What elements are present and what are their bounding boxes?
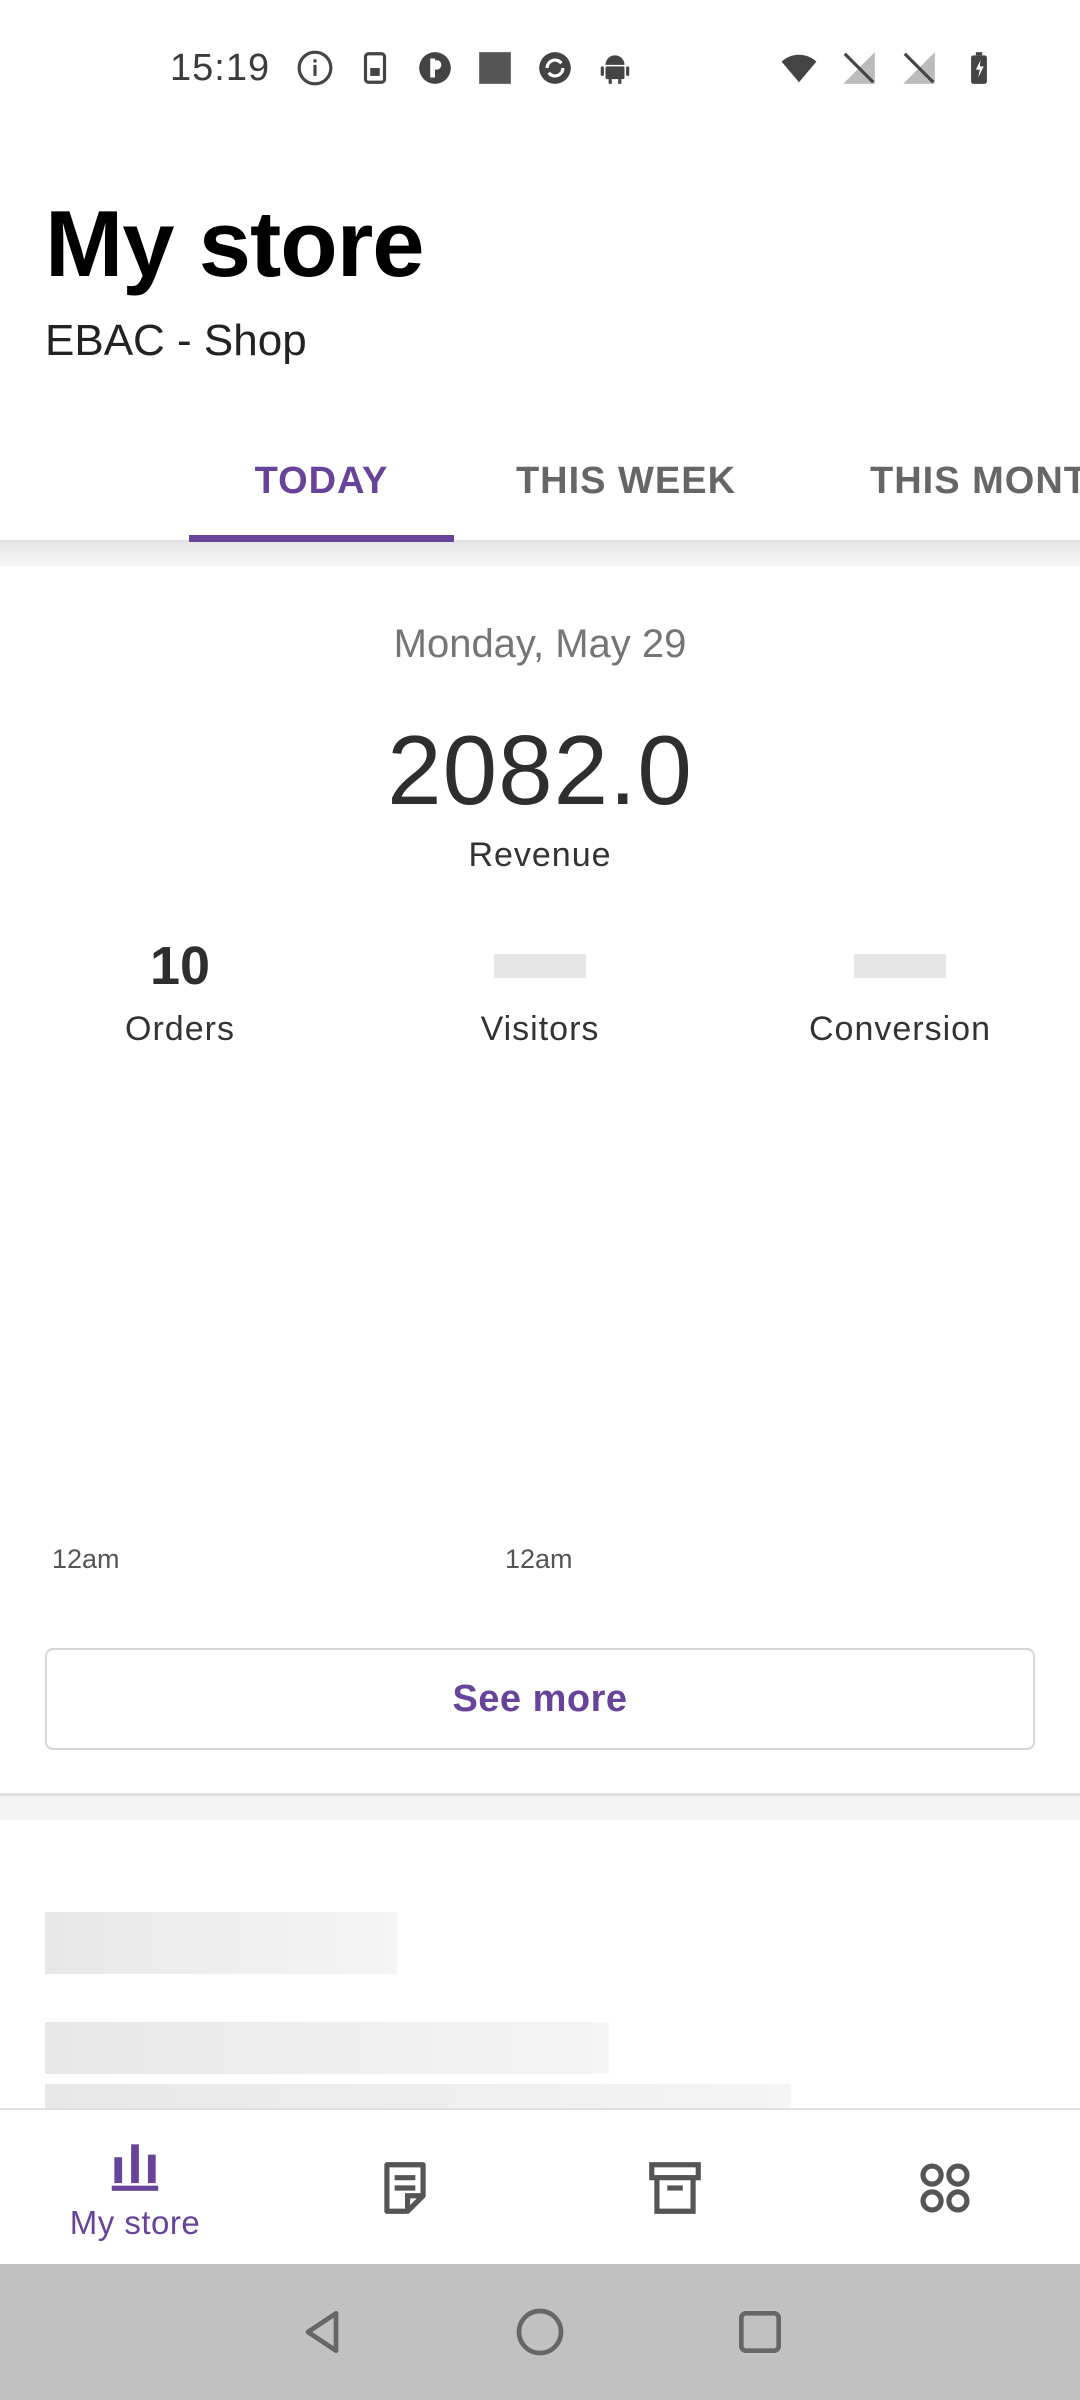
products-icon xyxy=(649,2162,701,2214)
home-circle-icon xyxy=(516,2308,564,2356)
orders-metric: 10 Orders xyxy=(0,934,360,1049)
orders-value: 10 xyxy=(149,936,211,996)
android-icon xyxy=(596,49,634,87)
wifi-icon xyxy=(780,49,818,87)
screen: 15:19 My store EBAC - Shop TODAY THIS WE… xyxy=(0,0,1080,2400)
orders-label: Orders xyxy=(125,1010,235,1048)
skeleton-line xyxy=(45,2022,609,2074)
revenue-label: Revenue xyxy=(468,836,612,874)
chart-axis-label-mid: 12am xyxy=(505,1544,573,1574)
stats-date: Monday, May 29 xyxy=(393,622,687,666)
battery-charging-icon xyxy=(960,49,998,87)
no-sim-1-icon xyxy=(840,49,878,87)
orders-icon xyxy=(384,2162,426,2214)
skeleton-line xyxy=(45,2084,791,2108)
nav-orders[interactable] xyxy=(270,2110,540,2266)
see-more-button[interactable]: See more xyxy=(45,1648,1035,1750)
active-tab-indicator xyxy=(189,535,454,542)
status-bar: 15:19 xyxy=(0,0,1080,136)
tab-this-month[interactable]: THIS MONT xyxy=(798,420,1080,540)
tabs-divider xyxy=(0,542,1080,566)
cast-icon xyxy=(416,49,454,87)
sim-icon xyxy=(356,49,394,87)
recents-square-icon xyxy=(739,2311,781,2353)
store-name: EBAC - Shop xyxy=(45,316,307,365)
back-button[interactable] xyxy=(294,2304,350,2360)
conversion-metric: Conversion xyxy=(720,934,1080,1049)
system-nav-bar xyxy=(0,2264,1080,2400)
recents-button[interactable] xyxy=(732,2304,788,2360)
nav-products[interactable] xyxy=(540,2110,810,2266)
status-time: 15:19 xyxy=(170,46,271,89)
bar-chart-icon xyxy=(111,2144,159,2191)
tab-today[interactable]: TODAY xyxy=(189,420,454,540)
nav-my-store[interactable]: My store xyxy=(0,2110,270,2266)
stats-card: Monday, May 29 2082.0 Revenue 10 Orders … xyxy=(0,566,1080,1796)
visitors-value-placeholder xyxy=(360,934,720,998)
stats-tabs: TODAY THIS WEEK THIS MONT xyxy=(0,420,1080,542)
visitors-metric: Visitors xyxy=(360,934,720,1049)
tab-this-week[interactable]: THIS WEEK xyxy=(486,420,766,540)
back-triangle-icon xyxy=(305,2311,339,2353)
skeleton-line xyxy=(45,1912,397,1974)
revenue-value: 2082.0 xyxy=(387,715,693,825)
sync-icon xyxy=(536,49,574,87)
nav-my-store-label: My store xyxy=(69,2204,201,2241)
card-divider xyxy=(0,1796,1080,1820)
chart-axis-label-start: 12am xyxy=(52,1544,120,1574)
square-icon xyxy=(476,49,514,87)
conversion-label: Conversion xyxy=(809,1010,991,1048)
page-title: My store xyxy=(45,191,425,296)
conversion-value-placeholder xyxy=(720,934,1080,998)
home-button[interactable] xyxy=(512,2304,568,2360)
nav-menu[interactable] xyxy=(810,2110,1080,2266)
bottom-nav: My store xyxy=(0,2108,1080,2264)
menu-grid-icon xyxy=(920,2163,970,2213)
no-sim-2-icon xyxy=(900,49,938,87)
visitors-label: Visitors xyxy=(480,1010,600,1048)
info-icon xyxy=(296,49,334,87)
